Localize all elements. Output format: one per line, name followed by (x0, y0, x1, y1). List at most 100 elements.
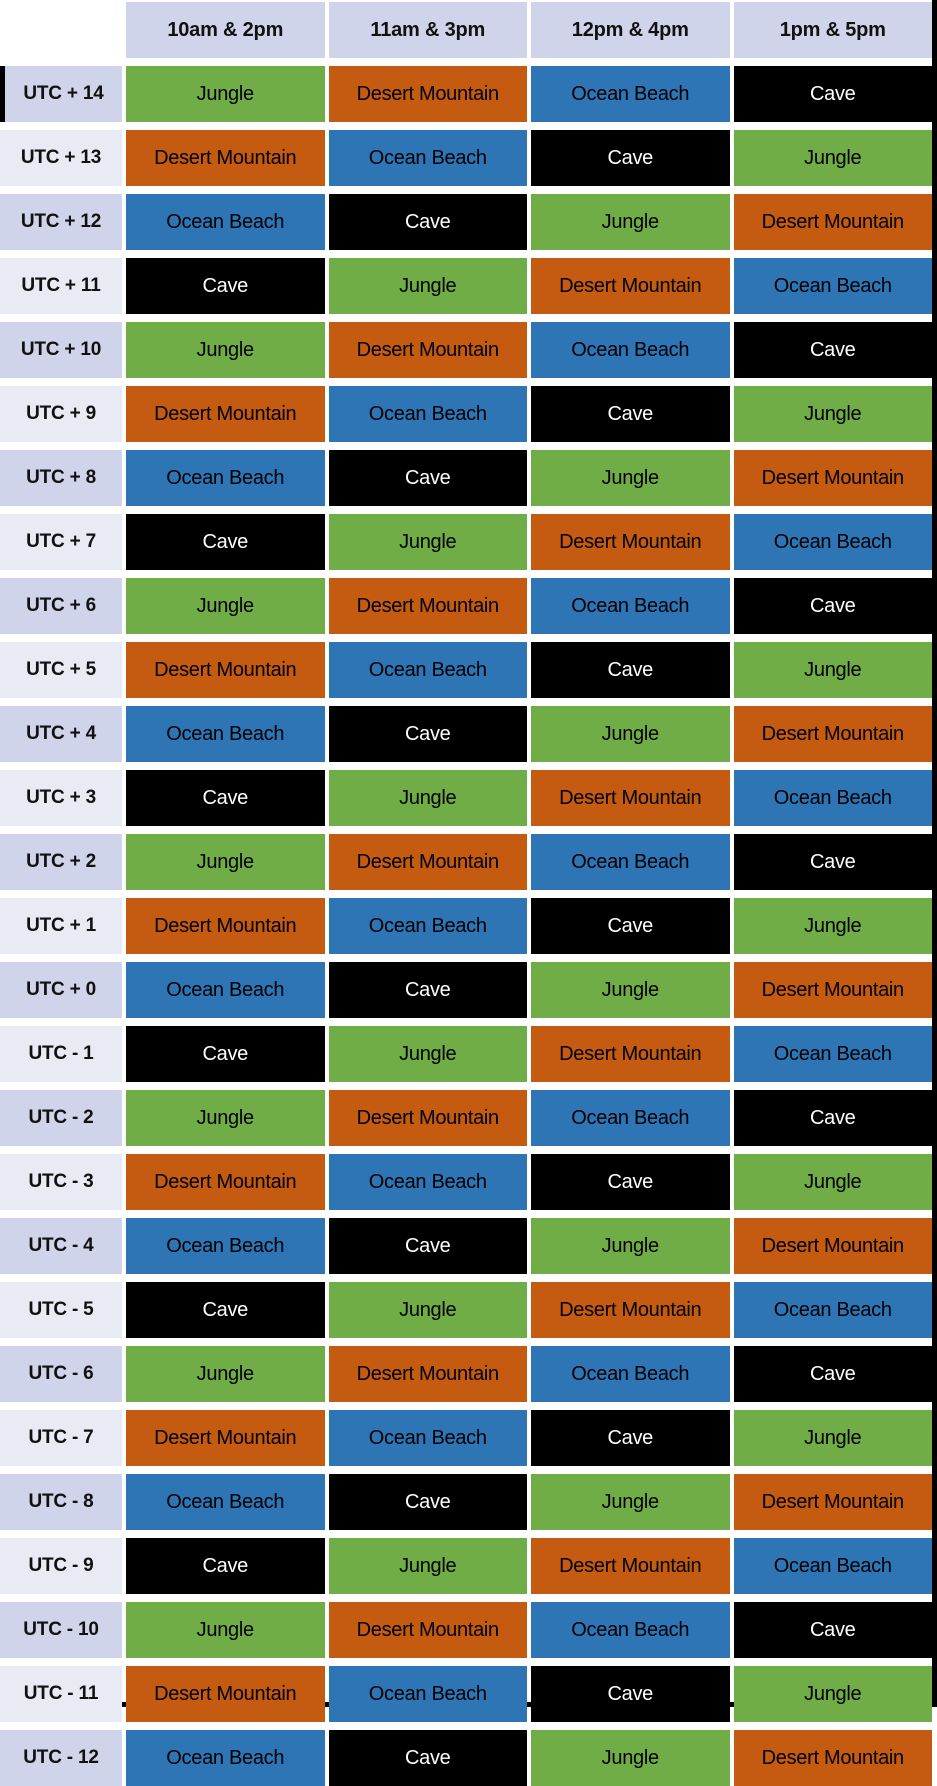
biome-cell-desert-mountain: Desert Mountain (126, 642, 325, 698)
biome-cell-ocean-beach: Ocean Beach (126, 450, 325, 506)
biome-cell-desert-mountain: Desert Mountain (733, 1218, 932, 1274)
biome-cell-ocean-beach: Ocean Beach (328, 1666, 527, 1722)
biome-cell-cave: Cave (531, 898, 730, 954)
biome-cell-ocean-beach: Ocean Beach (531, 1090, 730, 1146)
biome-cell-jungle: Jungle (733, 1154, 932, 1210)
biome-cell-jungle: Jungle (126, 322, 325, 378)
biome-cell-jungle: Jungle (531, 1218, 730, 1274)
biome-cell-jungle: Jungle (126, 1346, 325, 1402)
biome-cell-ocean-beach: Ocean Beach (328, 1410, 527, 1466)
biome-cell-jungle: Jungle (531, 194, 730, 250)
biome-cell-cave: Cave (531, 1410, 730, 1466)
biome-cell-cave: Cave (328, 962, 527, 1018)
biome-cell-desert-mountain: Desert Mountain (328, 1346, 527, 1402)
biome-cell-cave: Cave (531, 1666, 730, 1722)
row-label-utc-offset: UTC - 9 (0, 1538, 122, 1594)
row-label-utc-offset: UTC - 8 (0, 1474, 122, 1530)
biome-cell-desert-mountain: Desert Mountain (733, 1474, 932, 1530)
biome-cell-cave: Cave (328, 194, 527, 250)
biome-cell-cave: Cave (733, 322, 932, 378)
biome-cell-desert-mountain: Desert Mountain (328, 834, 527, 890)
row-label-utc-offset: UTC - 4 (0, 1218, 122, 1274)
biome-cell-desert-mountain: Desert Mountain (328, 1090, 527, 1146)
row-label-utc-offset: UTC + 1 (0, 898, 122, 954)
biome-cell-jungle: Jungle (126, 66, 325, 122)
biome-cell-jungle: Jungle (328, 1026, 527, 1082)
biome-cell-ocean-beach: Ocean Beach (531, 1602, 730, 1658)
biome-cell-ocean-beach: Ocean Beach (126, 194, 325, 250)
column-header-time-slot: 10am & 2pm (126, 2, 325, 58)
row-label-utc-offset: UTC + 11 (0, 258, 122, 314)
row-label-utc-offset: UTC - 5 (0, 1282, 122, 1338)
biome-cell-ocean-beach: Ocean Beach (126, 962, 325, 1018)
biome-cell-jungle: Jungle (328, 514, 527, 570)
row-label-utc-offset: UTC + 0 (0, 962, 122, 1018)
row-label-utc-offset: UTC + 13 (0, 130, 122, 186)
biome-cell-desert-mountain: Desert Mountain (531, 1282, 730, 1338)
biome-cell-ocean-beach: Ocean Beach (126, 706, 325, 762)
row-label-utc-offset: UTC + 6 (0, 578, 122, 634)
biome-cell-desert-mountain: Desert Mountain (733, 1730, 932, 1786)
biome-cell-ocean-beach: Ocean Beach (733, 1282, 932, 1338)
biome-cell-desert-mountain: Desert Mountain (328, 66, 527, 122)
row-label-utc-offset: UTC - 3 (0, 1154, 122, 1210)
biome-cell-jungle: Jungle (126, 1090, 325, 1146)
row-label-utc-offset: UTC + 12 (0, 194, 122, 250)
column-header-time-slot: 11am & 3pm (328, 2, 527, 58)
biome-cell-cave: Cave (733, 1090, 932, 1146)
biome-cell-ocean-beach: Ocean Beach (126, 1218, 325, 1274)
biome-cell-ocean-beach: Ocean Beach (531, 66, 730, 122)
biome-cell-ocean-beach: Ocean Beach (733, 514, 932, 570)
biome-cell-desert-mountain: Desert Mountain (126, 130, 325, 186)
biome-cell-jungle: Jungle (733, 1410, 932, 1466)
biome-cell-desert-mountain: Desert Mountain (328, 322, 527, 378)
biome-cell-cave: Cave (126, 770, 325, 826)
biome-cell-cave: Cave (126, 1026, 325, 1082)
biome-cell-desert-mountain: Desert Mountain (126, 898, 325, 954)
row-label-utc-offset: UTC + 2 (0, 834, 122, 890)
biome-cell-cave: Cave (328, 706, 527, 762)
biome-cell-ocean-beach: Ocean Beach (126, 1474, 325, 1530)
biome-cell-jungle: Jungle (531, 1474, 730, 1530)
biome-cell-jungle: Jungle (733, 130, 932, 186)
biome-cell-desert-mountain: Desert Mountain (126, 386, 325, 442)
row-label-utc-offset: UTC - 1 (0, 1026, 122, 1082)
biome-cell-jungle: Jungle (531, 450, 730, 506)
row-label-utc-offset: UTC + 7 (0, 514, 122, 570)
biome-cell-jungle: Jungle (328, 1282, 527, 1338)
biome-cell-desert-mountain: Desert Mountain (328, 1602, 527, 1658)
biome-cell-desert-mountain: Desert Mountain (126, 1666, 325, 1722)
biome-cell-ocean-beach: Ocean Beach (328, 130, 527, 186)
biome-cell-cave: Cave (126, 1282, 325, 1338)
biome-cell-ocean-beach: Ocean Beach (531, 834, 730, 890)
biome-cell-cave: Cave (126, 1538, 325, 1594)
row-label-utc-offset: UTC + 14 (0, 66, 122, 122)
biome-cell-cave: Cave (328, 450, 527, 506)
biome-cell-cave: Cave (733, 578, 932, 634)
biome-cell-desert-mountain: Desert Mountain (733, 194, 932, 250)
biome-cell-ocean-beach: Ocean Beach (328, 386, 527, 442)
biome-cell-jungle: Jungle (328, 770, 527, 826)
biome-cell-cave: Cave (126, 258, 325, 314)
biome-cell-ocean-beach: Ocean Beach (733, 1026, 932, 1082)
column-header-time-slot: 1pm & 5pm (733, 2, 932, 58)
biome-cell-cave: Cave (328, 1474, 527, 1530)
biome-cell-jungle: Jungle (733, 386, 932, 442)
biome-cell-desert-mountain: Desert Mountain (531, 770, 730, 826)
row-label-utc-offset: UTC + 10 (0, 322, 122, 378)
biome-cell-ocean-beach: Ocean Beach (531, 578, 730, 634)
biome-cell-jungle: Jungle (126, 834, 325, 890)
column-header-time-slot: 12pm & 4pm (531, 2, 730, 58)
biome-cell-jungle: Jungle (531, 706, 730, 762)
biome-cell-ocean-beach: Ocean Beach (328, 642, 527, 698)
biome-cell-cave: Cave (733, 66, 932, 122)
biome-cell-cave: Cave (531, 1154, 730, 1210)
biome-cell-ocean-beach: Ocean Beach (733, 1538, 932, 1594)
row-label-utc-offset: UTC - 11 (0, 1666, 122, 1722)
biome-cell-cave: Cave (126, 514, 325, 570)
biome-cell-ocean-beach: Ocean Beach (531, 322, 730, 378)
row-label-utc-offset: UTC + 3 (0, 770, 122, 826)
row-label-utc-offset: UTC - 2 (0, 1090, 122, 1146)
biome-cell-jungle: Jungle (733, 1666, 932, 1722)
biome-cell-ocean-beach: Ocean Beach (126, 1730, 325, 1786)
